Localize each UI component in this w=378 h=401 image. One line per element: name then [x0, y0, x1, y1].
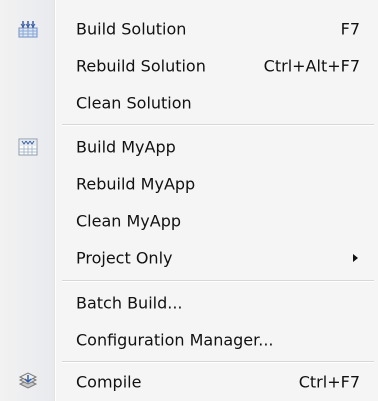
menu-separator — [62, 361, 374, 363]
build-project-icon — [17, 137, 39, 157]
menu-item-label: Batch Build... — [76, 293, 183, 313]
menu-item-label: Build Solution — [76, 19, 187, 39]
menu-item-label: Project Only — [76, 248, 173, 268]
menu-item-label: Configuration Manager... — [76, 330, 274, 350]
menu-item-label: Compile — [76, 372, 142, 392]
menu-item-project-only[interactable]: Project Only — [0, 240, 378, 276]
menu-item-compile[interactable]: Compile Ctrl+F7 — [0, 364, 378, 400]
menu-item-clean-myapp[interactable]: Clean MyApp — [0, 203, 378, 239]
menu-item-rebuild-solution[interactable]: Rebuild Solution Ctrl+Alt+F7 — [0, 48, 378, 84]
menu-item-build-myapp[interactable]: Build MyApp — [0, 129, 378, 165]
submenu-arrow-icon — [353, 254, 358, 262]
menu-item-rebuild-myapp[interactable]: Rebuild MyApp — [0, 166, 378, 202]
menu-item-label: Clean Solution — [76, 93, 192, 113]
menu-item-label: Rebuild Solution — [76, 56, 206, 76]
menu-item-clean-solution[interactable]: Clean Solution — [0, 85, 378, 121]
build-solution-icon — [17, 19, 39, 39]
menu-separator — [62, 124, 374, 126]
compile-icon — [17, 372, 39, 392]
menu-separator — [62, 280, 374, 282]
build-context-menu: Build Solution F7 Rebuild Solution Ctrl+… — [0, 0, 378, 401]
menu-item-batch-build[interactable]: Batch Build... — [0, 285, 378, 321]
menu-item-label: Rebuild MyApp — [76, 174, 196, 194]
menu-item-shortcut: Ctrl+F7 — [298, 372, 360, 392]
menu-item-build-solution[interactable]: Build Solution F7 — [0, 11, 378, 47]
menu-item-shortcut: Ctrl+Alt+F7 — [263, 56, 360, 76]
menu-item-shortcut: F7 — [340, 19, 360, 39]
menu-item-configuration-manager[interactable]: Configuration Manager... — [0, 322, 378, 358]
menu-item-label: Clean MyApp — [76, 211, 182, 231]
menu-item-label: Build MyApp — [76, 137, 176, 157]
